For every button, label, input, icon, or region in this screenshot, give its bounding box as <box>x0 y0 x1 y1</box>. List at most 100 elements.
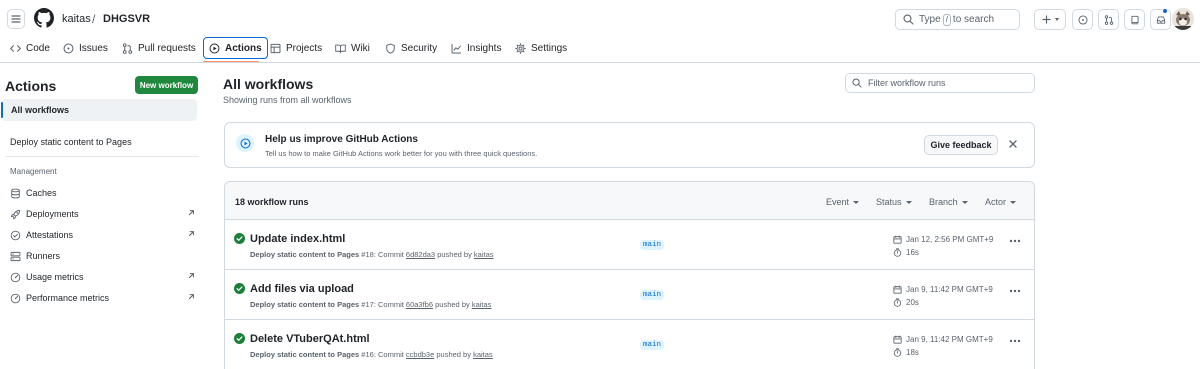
sidebar-item-attestations[interactable]: Attestations <box>10 228 195 242</box>
run-date: Jan 12, 2:56 PM GMT+9 <box>893 235 993 244</box>
workflow-run-row[interactable]: Add files via upload Deploy static conte… <box>225 271 1034 320</box>
calendar-icon <box>893 235 902 244</box>
run-title-link[interactable]: Update index.html <box>250 233 345 245</box>
status-filter-dropdown[interactable]: Status <box>876 197 912 207</box>
filter-label: Status <box>876 197 902 207</box>
search-icon <box>903 14 914 25</box>
pushed-by-text: pushed by <box>436 350 471 359</box>
global-search-input[interactable]: Type / to search <box>895 9 1020 30</box>
run-duration-text: 16s <box>906 248 919 257</box>
workflow-run-row[interactable]: Update index.html Deploy static content … <box>225 221 1034 270</box>
commit-link[interactable]: 6d82da3 <box>406 250 435 259</box>
repo-link[interactable]: DHGSVR <box>103 13 150 25</box>
sidebar-item-label: Usage metrics <box>26 272 84 282</box>
top-header: kaitas / DHGSVR Type / to search <box>0 0 1200 36</box>
sidebar-item-label: Deployments <box>26 209 79 219</box>
give-feedback-button[interactable]: Give feedback <box>924 135 998 155</box>
user-avatar[interactable] <box>1172 8 1194 30</box>
search-icon <box>852 78 862 88</box>
branch-filter-dropdown[interactable]: Branch <box>929 197 968 207</box>
tab-issues[interactable]: Issues <box>63 37 108 59</box>
tab-security-label: Security <box>401 42 438 54</box>
branch-label[interactable]: main <box>640 240 665 250</box>
kebab-horizontal-icon[interactable] <box>1009 339 1021 343</box>
code-icon <box>10 44 21 52</box>
issue-icon <box>63 43 74 53</box>
hamburger-icon <box>11 15 21 23</box>
run-title-link[interactable]: Add files via upload <box>250 283 354 295</box>
create-new-button[interactable] <box>1034 9 1066 30</box>
actor-filter-dropdown[interactable]: Actor <box>985 197 1017 207</box>
sidebar-item-runners[interactable]: Runners <box>10 249 195 263</box>
issue-opened-icon <box>1077 14 1088 25</box>
tab-security[interactable]: Security <box>385 37 437 59</box>
sidebar-item-caches[interactable]: Caches <box>10 186 195 200</box>
path-separator: / <box>92 12 96 26</box>
tab-pull-requests-label: Pull requests <box>138 42 196 54</box>
sidebar-item-performance-metrics[interactable]: Performance metrics <box>10 291 195 305</box>
pushed-by-text: pushed by <box>435 300 470 309</box>
table-icon <box>270 43 281 53</box>
github-logo-icon[interactable] <box>34 8 54 28</box>
author-link[interactable]: kaitas <box>474 250 494 259</box>
sidebar-item-deploy-workflow[interactable]: Deploy static content to Pages <box>10 137 132 147</box>
run-commit-prefix: : Commit <box>373 300 404 309</box>
tab-insights[interactable]: Insights <box>451 37 501 59</box>
branch-label[interactable]: main <box>640 290 665 300</box>
check-circle-icon <box>234 333 245 344</box>
run-number: #16 <box>361 350 374 359</box>
tab-actions[interactable]: Actions <box>203 37 268 59</box>
kebab-horizontal-icon[interactable] <box>1009 239 1021 243</box>
tab-issues-label: Issues <box>79 42 108 54</box>
tab-wiki[interactable]: Wiki <box>335 37 370 59</box>
commit-link[interactable]: ccbdb3e <box>406 350 434 359</box>
filter-runs-input[interactable]: Filter workflow runs <box>845 73 1035 93</box>
sidebar-item-deployments[interactable]: Deployments <box>10 207 195 221</box>
run-workflow-name: Deploy static content to Pages <box>250 300 360 309</box>
pull-requests-button[interactable] <box>1098 9 1119 30</box>
issues-button[interactable] <box>1072 9 1093 30</box>
sidebar-item-all-workflows[interactable]: All workflows <box>1 99 197 121</box>
tab-settings[interactable]: Settings <box>515 37 567 59</box>
commit-link[interactable]: 60a3fb6 <box>406 300 433 309</box>
branch-label[interactable]: main <box>640 340 665 350</box>
run-title-link[interactable]: Delete VTuberQAt.html <box>250 333 370 345</box>
database-icon <box>11 188 20 198</box>
meter-icon <box>10 272 21 282</box>
new-workflow-button[interactable]: New workflow <box>135 76 198 94</box>
run-duration: 18s <box>893 348 919 357</box>
repo-icon <box>1130 15 1139 24</box>
tab-actions-label: Actions <box>225 42 262 54</box>
author-link[interactable]: kaitas <box>473 350 493 359</box>
play-icon <box>209 43 220 53</box>
tab-pull-requests[interactable]: Pull requests <box>122 37 196 59</box>
notifications-button[interactable] <box>1150 9 1171 30</box>
link-external-icon <box>188 273 194 279</box>
tab-code[interactable]: Code <box>10 37 50 59</box>
filter-placeholder: Filter workflow runs <box>868 78 946 88</box>
author-link[interactable]: kaitas <box>472 300 492 309</box>
tab-projects[interactable]: Projects <box>270 37 322 59</box>
run-duration-text: 18s <box>906 348 919 357</box>
hamburger-menu-button[interactable] <box>7 9 25 29</box>
kebab-horizontal-icon[interactable] <box>1009 289 1021 293</box>
gear-icon <box>515 42 526 54</box>
workflow-run-row[interactable]: Delete VTuberQAt.html Deploy static cont… <box>225 321 1034 369</box>
owner-link[interactable]: kaitas <box>62 13 91 25</box>
runs-count: 18 workflow runs <box>235 197 309 207</box>
run-number: #18 <box>361 250 374 259</box>
management-heading: Management <box>10 167 57 176</box>
event-filter-dropdown[interactable]: Event <box>826 197 860 207</box>
repositories-button[interactable] <box>1124 9 1145 30</box>
inbox-icon <box>1156 15 1165 24</box>
rocket-icon <box>10 209 21 219</box>
run-workflow-name: Deploy static content to Pages <box>250 350 360 359</box>
close-icon[interactable] <box>1008 139 1018 149</box>
tab-settings-label: Settings <box>531 42 568 54</box>
run-commit-prefix: : Commit <box>373 250 404 259</box>
pull-request-icon <box>122 42 133 54</box>
run-duration: 20s <box>893 298 919 307</box>
sidebar-item-usage-metrics[interactable]: Usage metrics <box>10 270 195 284</box>
check-circle-icon <box>234 233 245 244</box>
sidebar-title: Actions <box>5 78 57 94</box>
